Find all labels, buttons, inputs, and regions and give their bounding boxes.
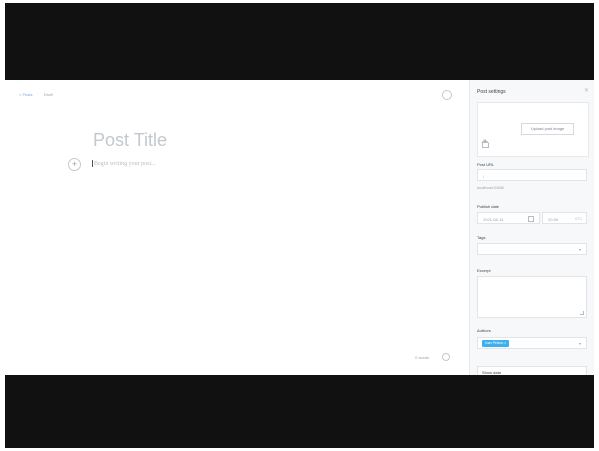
timezone-label: UTC [574,217,582,221]
plus-icon[interactable]: + [68,158,81,171]
post-image-dropzone[interactable]: Upload post image [477,102,589,157]
ghost-editor-app: < Posts · Draft Post Title + Begin writi… [5,80,594,375]
post-title-input[interactable]: Post Title [93,130,167,151]
authors-label: Authors [477,328,491,333]
word-count: 0 words [415,355,430,360]
chevron-down-icon: ▾ [578,341,581,346]
settings-toggle-icon[interactable] [442,90,452,100]
calendar-icon[interactable] [528,216,534,222]
upload-post-image-button[interactable]: Upload post image [521,123,574,135]
back-to-posts-link[interactable]: < Posts [19,92,32,97]
publish-time-input[interactable]: 20:36 UTC [542,212,587,224]
post-url-label: Post URL [477,162,495,167]
sidebar-title: Post settings [477,89,506,95]
excerpt-textarea[interactable] [477,276,587,318]
author-chip[interactable]: Ivan Petkov × [482,340,510,347]
home-icon [481,139,489,148]
post-status: Draft [44,92,53,97]
authors-input[interactable]: Ivan Petkov × ▾ [477,337,587,349]
chevron-down-icon: ▾ [578,247,581,252]
letterbox-top [5,3,594,80]
publish-date-value: 2021-06-14 [483,217,504,222]
body-placeholder-text: Begin writing your post... [94,160,156,167]
editor-pane: < Posts · Draft Post Title + Begin writi… [5,80,469,375]
post-url-input[interactable]: / [477,169,587,181]
close-icon[interactable]: ✕ [584,87,589,94]
post-url-hint: localhost:2368/ [477,185,504,190]
tags-label: Tags [477,235,486,240]
show-data-toggle[interactable]: Show data [477,366,587,375]
post-body-editor[interactable]: Begin writing your post... [92,160,156,167]
breadcrumb-separator: · [37,92,39,97]
letterbox-bottom [5,375,594,448]
post-settings-sidebar: Post settings ✕ Upload post image Post U… [469,80,594,375]
text-cursor [92,160,93,167]
post-url-value: / [483,174,485,179]
resize-handle-icon[interactable] [580,311,584,315]
help-icon[interactable] [442,353,450,361]
publish-date-input[interactable]: 2021-06-14 [477,212,540,224]
tags-input[interactable]: ▾ [477,243,587,255]
publish-time-value: 20:36 [548,217,559,222]
breadcrumb: < Posts · Draft [19,92,53,97]
publish-date-label: Publish date [477,204,500,209]
excerpt-label: Excerpt [477,268,491,273]
